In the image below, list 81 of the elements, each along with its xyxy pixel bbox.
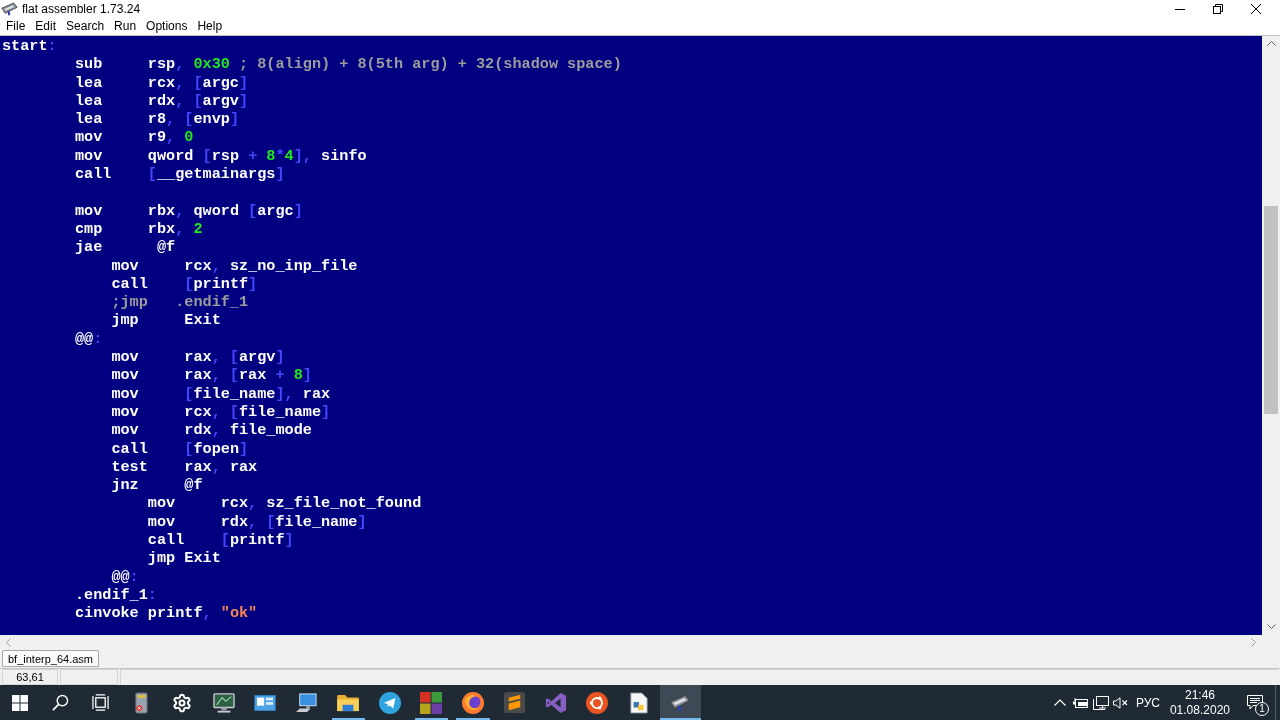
code-line: mov rdx, [file_name] xyxy=(147,512,367,531)
code-line: @@: xyxy=(111,567,139,586)
restore-icon xyxy=(1213,4,1223,14)
code-line: call [printf] xyxy=(147,531,294,550)
menu-item[interactable]: Search xyxy=(61,19,110,34)
code-line: mov qword [rsp + 8*4], sinfo xyxy=(74,146,367,166)
code-editor[interactable] xyxy=(0,36,1262,635)
menu-item[interactable]: File xyxy=(1,19,31,34)
cursor-position: 63,61 xyxy=(2,669,58,685)
close-icon xyxy=(1251,4,1261,14)
code-line: mov [file_name], rax xyxy=(111,384,331,403)
code-line: mov rax, [rax + 8] xyxy=(111,366,312,385)
language-indicator[interactable]: РУС xyxy=(1130,685,1165,720)
menu-item[interactable]: Edit xyxy=(30,19,62,34)
ribbon-icon xyxy=(544,691,567,714)
menu-item[interactable]: Run xyxy=(109,19,142,34)
scroll-right-icon xyxy=(1251,637,1256,647)
stripes-tile-icon xyxy=(503,692,525,713)
window-icon xyxy=(254,694,277,711)
folder-icon xyxy=(337,693,360,712)
code-line: .endif_1: xyxy=(74,585,157,605)
scroll-up-icon xyxy=(1266,41,1276,46)
network-icon xyxy=(1092,695,1109,710)
computer-icon xyxy=(295,692,318,713)
swirl-icon xyxy=(461,691,484,714)
code-line: mov rcx, sz_no_inp_file xyxy=(111,256,358,275)
paper-plane-icon xyxy=(378,691,401,714)
menu-item[interactable]: Options xyxy=(141,19,193,34)
scroll-left-icon xyxy=(6,637,11,647)
menu-item[interactable]: Help xyxy=(192,19,228,34)
code-line: jmp Exit xyxy=(111,311,221,330)
code-line: jmp Exit xyxy=(147,549,221,568)
clock-time: 21:46 xyxy=(1184,687,1215,703)
window-title: flat assembler 1.73.24 xyxy=(22,2,141,16)
taskbar-button[interactable] xyxy=(659,685,701,720)
task-view-icon xyxy=(91,694,109,711)
status-panel xyxy=(60,669,118,685)
code-line: start: xyxy=(2,37,57,56)
code-line: test rax, rax xyxy=(111,457,258,477)
file-tab[interactable]: bf_interp_64.asm xyxy=(2,650,99,667)
code-line: mov rbx, qword [argc] xyxy=(74,201,303,220)
clock-date: 01.08.2020 xyxy=(1169,702,1230,718)
code-line: ;jmp .endif_1 xyxy=(111,293,249,312)
code-line: mov r9, 0 xyxy=(74,128,194,147)
battery-icon xyxy=(1073,697,1089,708)
code-line: cinvoke printf, "ok" xyxy=(74,604,258,623)
code-line: lea rdx, [argv] xyxy=(74,91,249,111)
notifications-button[interactable]: 1 xyxy=(1235,685,1275,720)
code-line: mov rdx, file_mode xyxy=(111,421,312,440)
document-icon xyxy=(629,691,648,714)
code-line: sub rsp, 0x30 ; 8(align) + 8(5th arg) + 32(shadow space) xyxy=(74,55,622,74)
code-line: jnz @f xyxy=(111,476,203,495)
code-line: call [fopen] xyxy=(111,439,249,458)
chevron-up-icon xyxy=(1053,699,1066,706)
code-line: call [__getmainargs] xyxy=(74,165,285,184)
drive-icon xyxy=(133,691,148,714)
gear-icon xyxy=(172,692,193,713)
code-line: mov rcx, sz_file_not_found xyxy=(147,494,422,513)
windows-icon xyxy=(12,694,28,711)
code-line: mov rcx, [file_name] xyxy=(111,402,331,422)
clock[interactable]: 21:46 01.08.2020 xyxy=(1164,685,1235,720)
monitor-icon xyxy=(212,692,235,713)
speaker-icon xyxy=(1113,696,1129,709)
chip-icon xyxy=(1,2,18,16)
code-line: mov rax, [argv] xyxy=(111,348,285,367)
code-line: lea r8, [envp] xyxy=(74,110,239,129)
vertical-scrollbar[interactable] xyxy=(1262,36,1280,635)
ring-icon xyxy=(586,691,609,714)
code-line: call [printf] xyxy=(111,274,258,294)
code-line: cmp rbx, 2 xyxy=(74,219,203,239)
tiles-icon xyxy=(420,691,443,714)
notification-icon xyxy=(1247,695,1263,710)
minimize-icon xyxy=(1175,8,1185,10)
search-icon xyxy=(51,694,69,711)
code-line: jae @f xyxy=(74,238,176,257)
scrollbar-thumb[interactable] xyxy=(1264,206,1278,414)
code-line: @@: xyxy=(74,329,103,349)
notification-badge: 1 xyxy=(1255,702,1269,716)
scroll-down-icon xyxy=(1266,624,1276,629)
chip-icon xyxy=(669,693,692,712)
code-line: lea rcx, [argc] xyxy=(74,73,249,92)
